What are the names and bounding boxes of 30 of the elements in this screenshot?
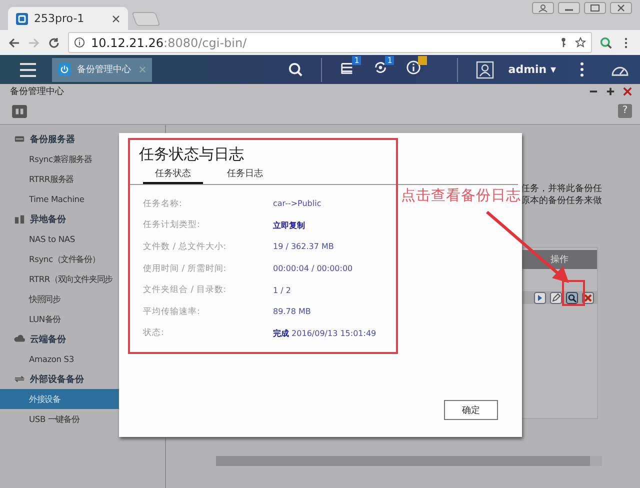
field-value: 完成 2016/09/13 15:01:49 [273,328,376,339]
field-value: 89.78 MB [273,307,311,316]
description-text: 原本的备份任务来做 [521,195,602,207]
tab-title: 253pro-1 [34,12,84,25]
field-label: 状态: [143,327,165,340]
annotation-text: 点击查看备份日志 [401,187,521,205]
window-title: 备份管理中心 [10,86,64,98]
field-value: 1 / 2 [273,286,291,295]
field-value: 19 / 362.37 MB [273,242,334,252]
field-value: car-->Public [273,199,322,208]
field-label: 任务名称: [143,198,183,210]
notification-badge: 1 [385,56,394,65]
notification-badge: 1 [352,56,362,65]
browser-tab[interactable]: 253pro-1 [8,7,128,30]
field-label: 任务计划类型: [143,219,201,232]
dialog-title: 任务状态与日志 [139,144,245,165]
field-value: 立即复制 [273,220,305,231]
field-label: 平均传输速率: [143,306,201,318]
field-label: 文件夹组合 / 目录数: [143,284,228,296]
help-button[interactable]: ? [618,104,632,118]
column-header: 操作 [550,254,568,266]
address-field[interactable]: 10.12.21.26:8080/cgi-bin/ [68,32,592,53]
field-label: 使用时间 / 所需时间: [143,262,228,275]
field-value: 00:00:04 / 00:00:00 [273,264,353,274]
dialog-tab[interactable]: 任务日志 [221,167,269,182]
field-label: 文件数 / 总文件大小: [143,240,228,253]
user-menu[interactable]: admin ▾ [508,63,556,76]
app-tab[interactable]: 备份管理中心 [52,58,152,82]
dialog-tab[interactable]: 任务状态 [143,167,203,184]
ok-button[interactable]: 确定 [444,400,498,420]
